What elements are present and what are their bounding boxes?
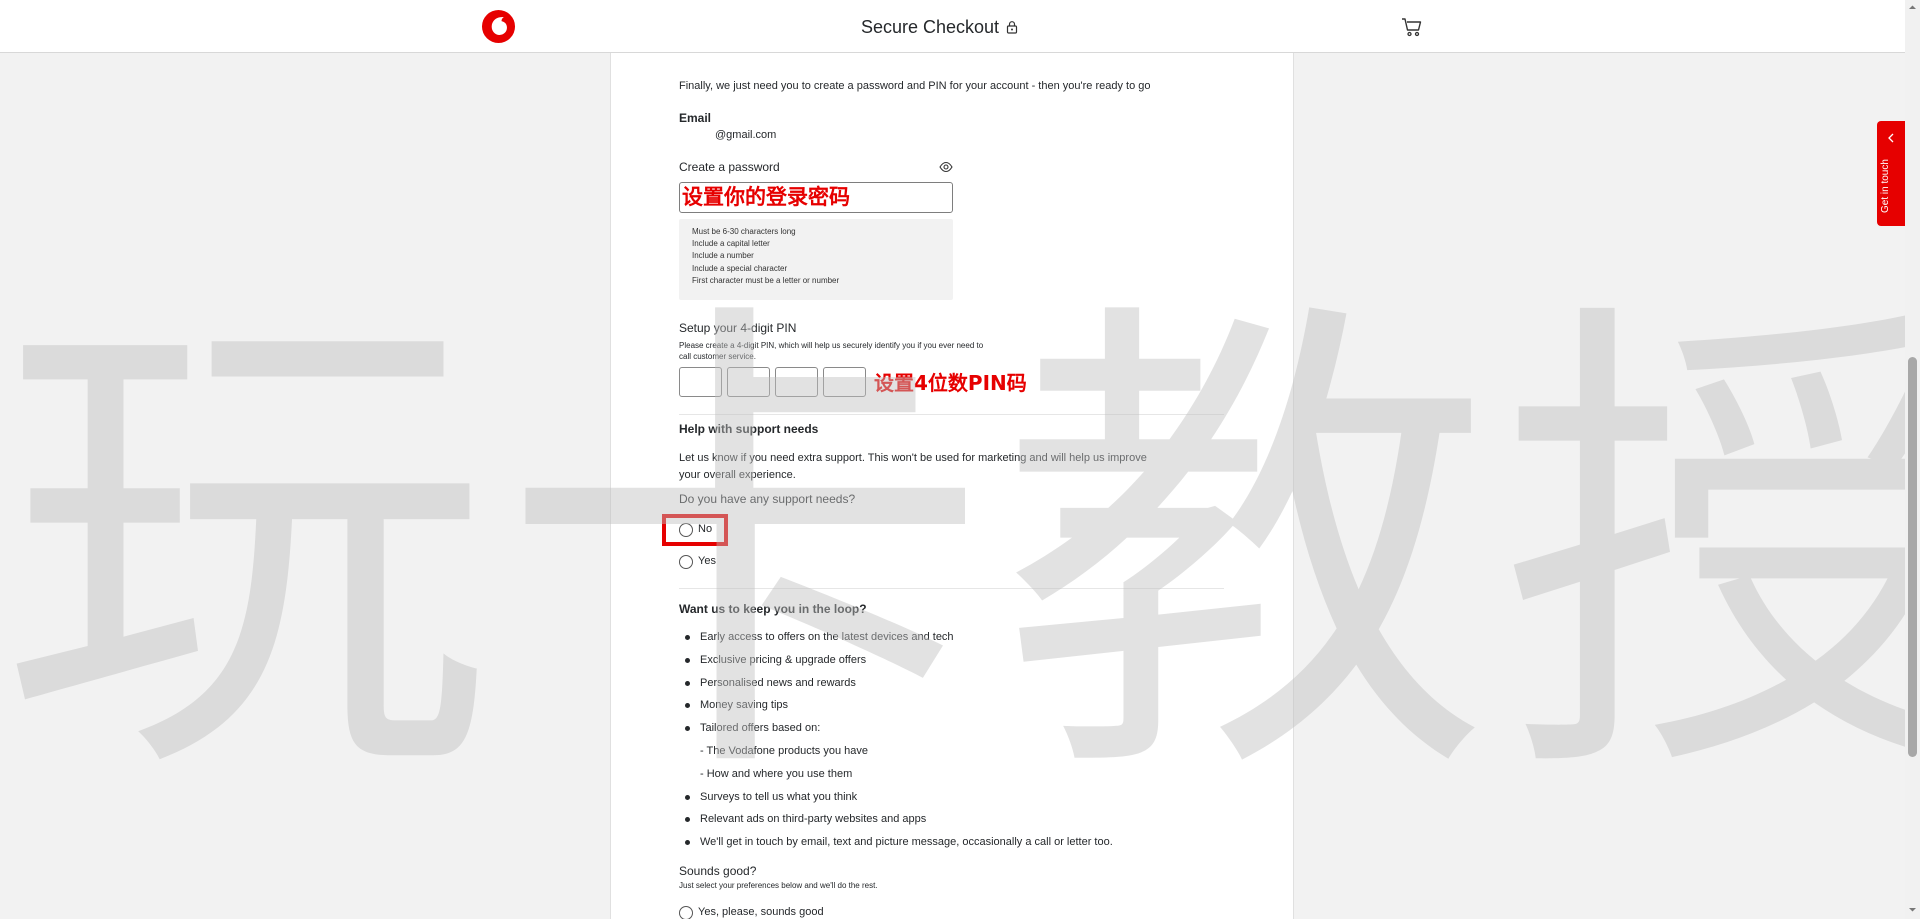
support-question: Do you have any support needs? — [679, 492, 856, 506]
pin-digit-4[interactable] — [823, 367, 866, 397]
scrollbar[interactable] — [1905, 0, 1920, 919]
sounds-good-title: Sounds good? — [679, 864, 757, 878]
form-content: Finally, we just need you to create a pa… — [0, 0, 1905, 919]
scrollbar-thumb[interactable] — [1908, 357, 1917, 757]
list-item: Early access to offers on the latest dev… — [679, 630, 1113, 653]
email-label: Email — [679, 111, 712, 125]
pin-help-line1: Please create a 4-digit PIN, which will … — [679, 341, 984, 350]
password-rule: Include a special character — [692, 263, 788, 273]
support-yes-radio[interactable] — [679, 555, 693, 569]
header: Secure Checkout — [0, 0, 1905, 53]
list-item: Relevant ads on third-party websites and… — [679, 812, 1113, 835]
password-input[interactable]: 设置你的登录密码 — [679, 182, 953, 213]
list-item: We'll get in touch by email, text and pi… — [679, 835, 1113, 858]
pin-annotation: 设置4位数PIN码 — [874, 371, 1027, 395]
pin-digit-3[interactable] — [775, 367, 818, 397]
password-rules: Must be 6-30 characters long Include a c… — [679, 219, 953, 300]
loop-heading: Want us to keep you in the loop? — [679, 602, 867, 616]
checkout-title: Secure Checkout — [860, 17, 1000, 37]
password-rule: Include a capital letter — [692, 239, 770, 249]
list-item: Tailored offers based on: — [679, 721, 1113, 744]
lock-icon — [1006, 21, 1018, 34]
pin-digit-1[interactable] — [679, 367, 722, 397]
get-in-touch-label: Get in touch — [1880, 159, 1891, 213]
support-no-label[interactable]: No — [698, 523, 712, 535]
pin-label: Setup your 4-digit PIN — [679, 321, 797, 335]
divider — [679, 588, 1224, 589]
get-in-touch-tab[interactable]: Get in touch — [1877, 121, 1905, 226]
cart-icon[interactable] — [1401, 16, 1423, 38]
list-item: Exclusive pricing & upgrade offers — [679, 653, 1113, 676]
scroll-up-icon[interactable] — [1908, 3, 1917, 12]
pin-digit-2[interactable] — [727, 367, 770, 397]
password-annotation: 设置你的登录密码 — [682, 185, 850, 209]
list-item: Surveys to tell us what you think — [679, 790, 1113, 813]
support-yes-label[interactable]: Yes — [698, 555, 716, 567]
chevron-left-icon — [1888, 133, 1894, 143]
list-item: - How and where you use them — [700, 767, 853, 780]
sounds-good-label[interactable]: Yes, please, sounds good — [698, 906, 824, 918]
support-desc-line2: your overall experience. — [679, 469, 796, 481]
password-label: Create a password — [679, 160, 780, 174]
loop-list: Early access to offers on the latest dev… — [679, 630, 1113, 858]
eye-icon[interactable] — [939, 161, 953, 173]
list-item: - The Vodafone products you have — [700, 744, 868, 757]
password-rule: Include a number — [692, 251, 754, 261]
scroll-down-icon[interactable] — [1908, 905, 1917, 914]
support-no-radio[interactable] — [679, 523, 693, 537]
email-value: @gmail.com — [715, 129, 777, 141]
support-heading: Help with support needs — [679, 422, 819, 436]
sounds-good-subtitle: Just select your preferences below and w… — [679, 881, 878, 890]
pin-help-line2: call customer service. — [679, 352, 756, 361]
password-rule: Must be 6-30 characters long — [692, 227, 796, 236]
list-item: Personalised news and rewards — [679, 676, 1113, 699]
support-desc-line1: Let us know if you need extra support. T… — [679, 452, 1147, 464]
highlight-frame — [662, 514, 728, 546]
password-rule: First character must be a letter or numb… — [692, 275, 840, 285]
header-title: Secure Checkout — [0, 17, 1880, 38]
divider — [679, 414, 1224, 415]
list-item: Money saving tips — [679, 698, 1113, 721]
sounds-good-radio[interactable] — [679, 906, 693, 919]
intro-text: Finally, we just need you to create a pa… — [679, 80, 1151, 92]
